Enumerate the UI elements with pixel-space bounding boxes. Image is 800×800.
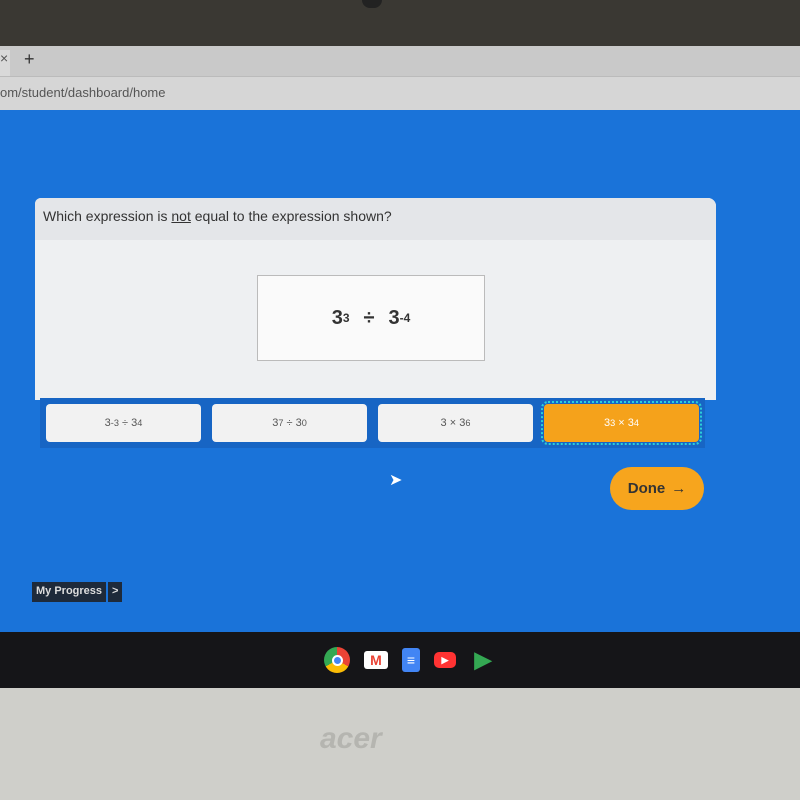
answer-option-2[interactable]: 37 ÷ 30	[212, 404, 367, 442]
ans-op: ×	[449, 417, 457, 429]
expression-box: 33 ÷ 3 -4	[257, 275, 485, 361]
address-bar[interactable]: om/student/dashboard/home	[0, 76, 800, 110]
ans-op: ×	[618, 417, 625, 429]
ans-exp: 4	[633, 418, 639, 428]
play-store-icon[interactable]: ▶	[470, 647, 496, 673]
mouse-cursor-icon: ➤	[389, 472, 403, 489]
answer-option-1[interactable]: 3 -3 ÷ 34	[46, 404, 201, 442]
answer-option-3[interactable]: 3 × 36	[378, 404, 533, 442]
youtube-icon[interactable]: ▶	[434, 652, 456, 668]
gmail-icon[interactable]: M	[364, 651, 388, 669]
ans-op: ÷	[122, 417, 129, 429]
screen-bezel	[0, 0, 800, 46]
question-text-start: Which expression is	[43, 208, 172, 224]
new-tab-button[interactable]: +	[24, 49, 35, 70]
tab-close-button[interactable]: ×	[0, 50, 10, 76]
chevron-right-icon: >	[108, 582, 123, 602]
question-emphasis: not	[171, 208, 191, 224]
chrome-icon[interactable]	[324, 647, 350, 673]
expr-base: 3	[388, 306, 400, 329]
tab-bar: × +	[0, 46, 800, 76]
ans-op: ÷	[286, 417, 293, 429]
ans-base: 3	[440, 417, 447, 429]
expr-exponent: -4	[399, 311, 411, 325]
ans-exp: 7	[278, 418, 284, 428]
question-text: Which expression is not equal to the exp…	[35, 198, 716, 240]
answer-choices: 3 -3 ÷ 34 37 ÷ 30 3 × 36 33 × 34	[40, 398, 705, 448]
done-button[interactable]: Done →	[610, 467, 704, 510]
answer-option-4-selected[interactable]: 33 × 34	[541, 401, 702, 445]
my-progress-button[interactable]: My Progress >	[32, 582, 123, 602]
arrow-right-icon: →	[671, 480, 687, 497]
taskbar: M ≡ ▶ ▶	[0, 632, 800, 688]
expr-operator: ÷	[363, 306, 375, 329]
expr-exponent: 3	[342, 311, 350, 325]
ans-exp: 6	[465, 418, 471, 428]
webcam	[362, 0, 382, 8]
url-text: om/student/dashboard/home	[0, 85, 166, 100]
ans-exp: 0	[301, 418, 307, 428]
ans-exp: 3	[610, 418, 616, 428]
docs-icon[interactable]: ≡	[402, 648, 420, 672]
expr-base: 3	[331, 306, 343, 329]
ans-exp: -3	[110, 418, 119, 428]
question-card: Which expression is not equal to the exp…	[35, 198, 716, 400]
done-label: Done	[627, 480, 666, 497]
quiz-stage: Which expression is not equal to the exp…	[0, 110, 800, 632]
ans-exp: 4	[137, 418, 143, 428]
question-text-end: equal to the expression shown?	[190, 208, 392, 224]
my-progress-label: My Progress	[32, 582, 107, 602]
acer-logo: acer	[320, 722, 382, 755]
